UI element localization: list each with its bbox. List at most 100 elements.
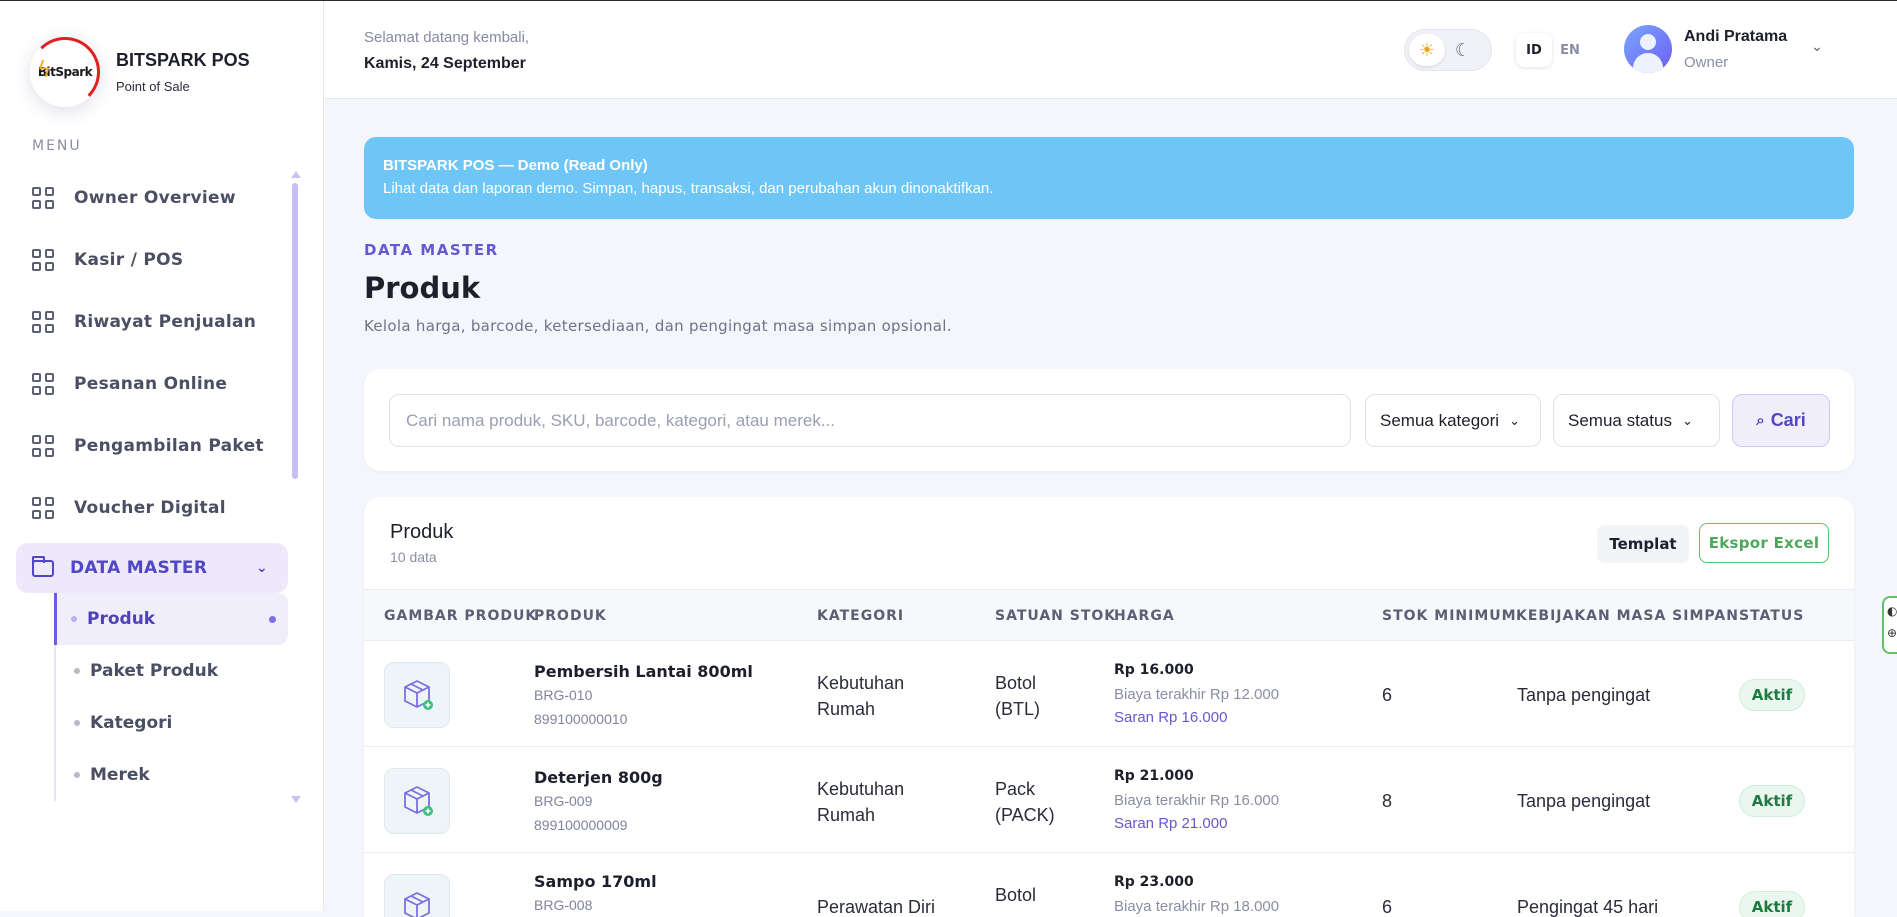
avatar: [1624, 25, 1672, 73]
product-category: Kebutuhan: [817, 779, 905, 799]
status-badge: Aktif: [1739, 679, 1805, 711]
table-count: 10 data: [390, 549, 437, 565]
table-header: GAMBAR PRODUK PRODUK KATEGORI SATUAN STO…: [364, 589, 1854, 641]
min-stock: 6: [1382, 897, 1393, 917]
column-header[interactable]: KATEGORI: [817, 608, 904, 624]
product-image: [384, 874, 450, 917]
demo-banner: BITSPARK POS — Demo (Read Only) Lihat da…: [364, 137, 1854, 219]
sidebar-item-pesanan-online[interactable]: Pesanan Online: [16, 353, 288, 415]
package-icon: [404, 786, 433, 816]
banner-title: BITSPARK POS — Demo (Read Only): [383, 157, 648, 174]
column-header[interactable]: STATUS: [1739, 608, 1804, 624]
product-name: Deterjen 800g: [534, 768, 663, 787]
filter-card: Semua kategori ⌄ Semua status ⌄ ⌕ Cari: [364, 369, 1854, 471]
user-menu[interactable]: Andi Pratama Owner ⌄: [1624, 25, 1823, 73]
bolt-icon: ϟ: [37, 58, 52, 83]
user-role: Owner: [1684, 53, 1729, 71]
chevron-down-icon[interactable]: ⌄: [1811, 39, 1823, 55]
sidebar-subitem-kategori[interactable]: Kategori: [60, 697, 288, 749]
bullet-icon: [71, 616, 77, 622]
status-badge: Aktif: [1739, 785, 1805, 817]
data-master-submenu: Produk Paket Produk Kategori Merek: [54, 593, 288, 801]
product-category: Perawatan Diri: [817, 897, 936, 917]
table-row[interactable]: Pembersih Lantai 800ml BRG-010 899100000…: [364, 642, 1854, 747]
brand-subtitle: Point of Sale: [116, 79, 190, 94]
product-category: Rumah: [817, 805, 876, 825]
sidebar: ϟ BitSpark BITSPARK POS Point of Sale ME…: [0, 1, 324, 911]
moon-icon[interactable]: ☾: [1445, 34, 1481, 66]
template-button[interactable]: Templat: [1597, 525, 1689, 563]
bullet-icon: [74, 772, 80, 778]
active-indicator-icon: [269, 615, 276, 623]
column-header[interactable]: PRODUK: [534, 608, 607, 624]
status-select[interactable]: Semua status ⌄: [1553, 394, 1720, 447]
stock-unit: (BTL): [995, 699, 1040, 719]
lang-id-button[interactable]: ID: [1516, 33, 1552, 67]
product-price: Rp 21.000: [1114, 768, 1194, 784]
min-stock: 6: [1382, 685, 1393, 705]
package-icon: [404, 892, 430, 917]
table-row[interactable]: Sampo 170ml BRG-008 Perawatan Diri Botol…: [364, 854, 1854, 917]
search-input[interactable]: [389, 394, 1351, 447]
column-header[interactable]: STOK MINIMUM: [1382, 608, 1517, 624]
user-name: Andi Pratama: [1684, 27, 1788, 45]
sidebar-item-owner-overview[interactable]: Owner Overview: [16, 167, 288, 229]
product-price: Rp 23.000: [1114, 874, 1194, 890]
chevron-down-icon: ⌄: [1509, 412, 1520, 428]
scroll-up-arrow[interactable]: [291, 171, 301, 178]
grid-icon: [32, 187, 54, 209]
min-stock: 8: [1382, 791, 1393, 811]
product-name: Sampo 170ml: [534, 872, 657, 891]
stock-unit: (PACK): [995, 805, 1055, 825]
banner-text: Lihat data dan laporan demo. Simpan, hap…: [383, 180, 994, 197]
sidebar-scrollbar-thumb[interactable]: [292, 183, 298, 479]
sidebar-item-pengambilan-paket[interactable]: Pengambilan Paket: [16, 415, 288, 477]
product-sku: BRG-010: [534, 687, 593, 703]
last-cost: Biaya terakhir Rp 16.000: [1114, 792, 1280, 809]
sidebar-item-voucher-digital[interactable]: Voucher Digital: [16, 477, 288, 539]
grid-icon: [32, 373, 54, 395]
bullet-icon: [74, 668, 80, 674]
grid-icon: [32, 249, 54, 271]
bullet-icon: [74, 720, 80, 726]
last-cost: Biaya terakhir Rp 18.000: [1114, 898, 1280, 915]
sidebar-item-kasir-pos[interactable]: Kasir / POS: [16, 229, 288, 291]
sidebar-group-data-master[interactable]: DATA MASTER ⌄: [16, 543, 288, 593]
chevron-down-icon: ⌄: [255, 560, 268, 576]
scroll-down-arrow[interactable]: [291, 796, 301, 803]
language-switcher: ID EN: [1516, 33, 1588, 67]
sidebar-subitem-produk[interactable]: Produk: [54, 593, 288, 645]
brand[interactable]: ϟ BitSpark BITSPARK POS Point of Sale: [30, 37, 250, 107]
page-title: Produk: [364, 271, 481, 305]
product-barcode: 899100000009: [534, 817, 628, 833]
chevron-down-icon: ⌄: [1681, 412, 1693, 428]
table-title: Produk: [390, 521, 454, 543]
search-button[interactable]: ⌕ Cari: [1732, 394, 1830, 447]
sun-icon[interactable]: ☀: [1409, 34, 1445, 66]
column-header[interactable]: KEBIJAKAN MASA SIMPAN: [1516, 608, 1739, 624]
lang-en-button[interactable]: EN: [1552, 33, 1588, 67]
product-sku: BRG-008: [534, 897, 593, 913]
sidebar-subitem-paket-produk[interactable]: Paket Produk: [60, 645, 288, 697]
product-price: Rp 16.000: [1114, 662, 1194, 678]
sidebar-item-riwayat-penjualan[interactable]: Riwayat Penjualan: [16, 291, 288, 353]
current-date: Kamis, 24 September: [364, 55, 526, 72]
globe-icon: ⊕: [1887, 626, 1897, 640]
stock-unit: Botol: [995, 673, 1037, 693]
floating-widget-tab[interactable]: ◐ ⊕: [1882, 596, 1897, 654]
package-icon: [404, 680, 433, 710]
export-excel-button[interactable]: Ekspor Excel: [1699, 523, 1829, 563]
page-eyebrow: DATA MASTER: [364, 241, 499, 259]
column-header[interactable]: HARGA: [1114, 608, 1175, 624]
widget-icon: ◐: [1887, 604, 1897, 618]
sidebar-menu: Owner Overview Kasir / POS Riwayat Penju…: [16, 167, 288, 801]
column-header[interactable]: GAMBAR PRODUK: [384, 608, 537, 624]
greeting-text: Selamat datang kembali,: [364, 29, 530, 46]
category-select[interactable]: Semua kategori ⌄: [1365, 394, 1541, 447]
menu-label: MENU: [32, 138, 82, 154]
column-header[interactable]: SATUAN STOK: [995, 608, 1116, 624]
product-category: Rumah: [817, 699, 876, 719]
sidebar-subitem-merek[interactable]: Merek: [60, 749, 288, 801]
table-row[interactable]: Deterjen 800g BRG-009 899100000009 Kebut…: [364, 748, 1854, 853]
product-image: [384, 768, 450, 834]
